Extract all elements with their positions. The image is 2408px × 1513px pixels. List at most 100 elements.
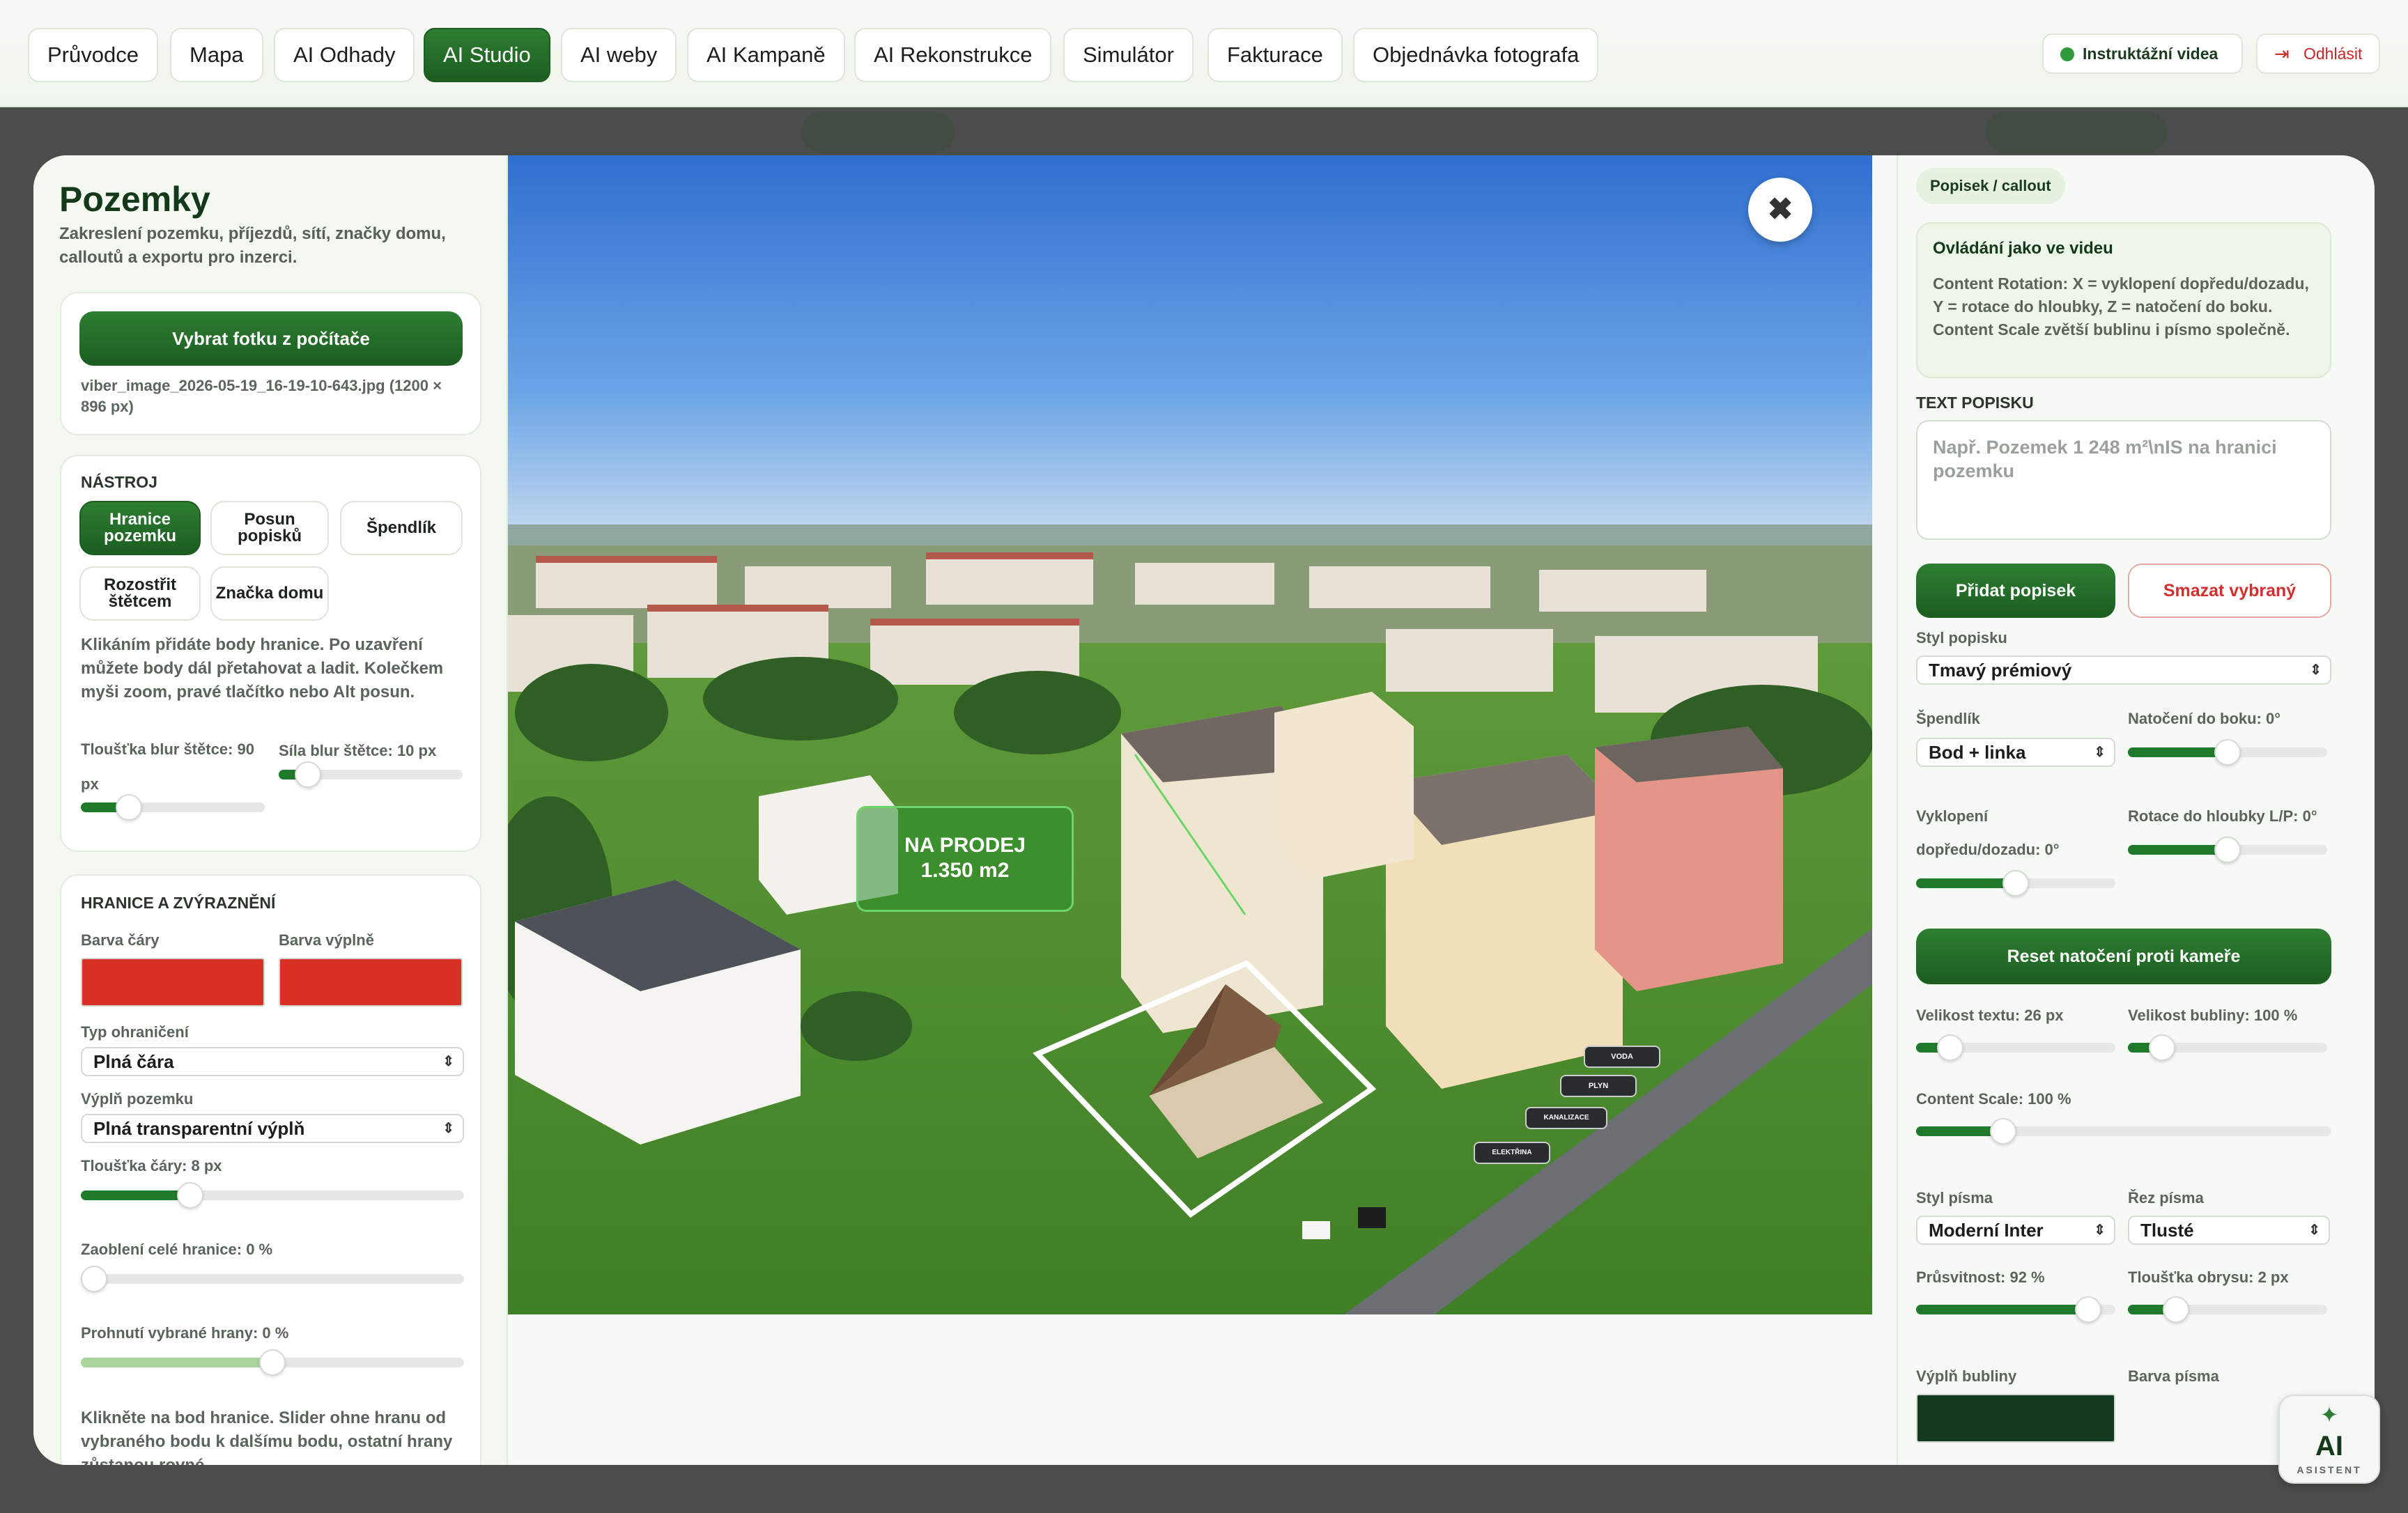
callout-style-select[interactable]: Tmavý prémiový ⇕ (1916, 655, 2331, 685)
tool-blur-brush-button[interactable]: Rozostřit štětcem (79, 566, 201, 621)
slider-knob[interactable] (2075, 1296, 2102, 1323)
tab-ai-odhady[interactable]: AI Odhady (274, 28, 415, 82)
tab-simulator[interactable]: Simulátor (1063, 28, 1194, 82)
font-style-label: Styl písma (1916, 1189, 1993, 1206)
slider-knob[interactable] (1990, 1118, 2017, 1145)
file-info: viber_image_2026-05-19_16-19-10-643.jpg … (81, 377, 442, 415)
slider-fill (1916, 878, 2016, 888)
opacity-label: Průsvitnost: 92 % (1916, 1268, 2045, 1286)
tab-callout[interactable]: Popisek / callout (1916, 168, 2065, 204)
slider-knob[interactable] (177, 1182, 204, 1209)
line-thickness-slider[interactable] (81, 1182, 464, 1209)
utility-pin-sewer[interactable]: KANALIZACE (1525, 1107, 1607, 1129)
depth-rotation-label: Rotace do hloubky L/P: 0° (2128, 807, 2317, 825)
pin-select[interactable]: Bod + linka ⇕ (1916, 738, 2115, 767)
fill-color-label: Barva výplně (279, 931, 374, 949)
fill-color-picker[interactable] (279, 958, 463, 1007)
tab-ai-weby[interactable]: AI weby (561, 28, 677, 82)
select-chevron-icon: ⇕ (2094, 745, 2106, 760)
content-scale-slider[interactable] (1916, 1118, 2331, 1145)
sale-callout[interactable]: NA PRODEJ 1.350 m2 (856, 806, 1074, 912)
bubble-size-slider[interactable] (2128, 1034, 2327, 1061)
tilt-slider[interactable] (1916, 870, 2115, 897)
tool-pin-button[interactable]: Špendlík (340, 501, 463, 555)
callout-text-input[interactable]: Např. Pozemek 1 248 m²\nIS na hranici po… (1916, 420, 2331, 540)
select-chevron-icon: ⇕ (2308, 1223, 2320, 1238)
tab-pruvodce[interactable]: Průvodce (28, 28, 158, 82)
utility-pin-gas[interactable]: PLYN (1560, 1075, 1637, 1097)
plot-editor-modal: Pozemky Zakreslení pozemku, příjezdů, sí… (33, 155, 2375, 1465)
slider-knob[interactable] (1936, 1034, 1963, 1061)
slider-knob[interactable] (259, 1349, 286, 1376)
utility-pin-electricity[interactable]: ELEKTŘINA (1474, 1142, 1550, 1164)
line-color-picker[interactable] (81, 958, 265, 1007)
boundary-type-select[interactable]: Plná čára ⇕ (81, 1047, 464, 1076)
blur-thickness-label: Tloušťka blur štětce: 90 px (81, 740, 254, 793)
pin-value: Bod + linka (1929, 742, 2026, 763)
ai-assistant-button[interactable]: ✦ AI ASISTENT (2278, 1395, 2380, 1484)
utility-pin-water[interactable]: VODA (1584, 1046, 1660, 1068)
tool-card: NÁSTROJ Hranice pozemku Posun popisků Šp… (60, 455, 481, 852)
font-cut-select[interactable]: Tlusté ⇕ (2128, 1216, 2330, 1245)
blur-strength-label: Síla blur štětce: 10 px (279, 742, 437, 759)
close-icon[interactable]: ✖ (1748, 178, 1812, 242)
tab-mapa[interactable]: Mapa (170, 28, 263, 82)
slider-fill (81, 1190, 191, 1200)
add-callout-button[interactable]: Přidat popisek (1916, 564, 2115, 618)
opacity-slider[interactable] (1916, 1296, 2115, 1323)
tab-ai-rekonstrukce[interactable]: AI Rekonstrukce (854, 28, 1052, 82)
delete-selected-button[interactable]: Smazat vybraný (2128, 564, 2331, 618)
aerial-photo-drawing (508, 155, 1872, 1314)
tool-boundary-button[interactable]: Hranice pozemku (79, 501, 201, 555)
font-cut-label: Řez písma (2128, 1189, 2204, 1206)
text-size-slider[interactable] (1916, 1034, 2115, 1061)
outline-thickness-label: Tloušťka obrysu: 2 px (2128, 1268, 2289, 1286)
outline-thickness-slider[interactable] (2128, 1296, 2327, 1323)
slider-knob[interactable] (2162, 1296, 2189, 1323)
slider-knob[interactable] (81, 1266, 107, 1292)
slider-knob[interactable] (294, 761, 321, 788)
tool-move-labels-button[interactable]: Posun popisků (210, 501, 329, 555)
callout-style-label: Styl popisku (1916, 629, 2007, 646)
controls-body: Content Rotation: X = vyklopení dopředu/… (1933, 274, 2309, 339)
plot-fill-select[interactable]: Plná transparentní výplň ⇕ (81, 1114, 464, 1143)
tilt-label-2: dopředu/dozadu: 0° (1916, 841, 2060, 858)
tab-objednavka-fotografa[interactable]: Objednávka fotografa (1353, 28, 1599, 82)
plot-fill-value: Plná transparentní výplň (93, 1118, 305, 1139)
tab-fakturace[interactable]: Fakturace (1207, 28, 1343, 82)
tab-ai-kampane[interactable]: AI Kampaně (687, 28, 845, 82)
ai-assistant-label: AI (2315, 1431, 2343, 1461)
reset-rotation-button[interactable]: Reset natočení proti kameře (1916, 929, 2331, 984)
tilt-label: Vyklopení (1916, 807, 1989, 825)
line-color-label: Barva čáry (81, 931, 160, 949)
status-dot-icon (2060, 47, 2074, 61)
callout-text-label: TEXT POPISKU (1916, 394, 2034, 412)
top-navigation: Průvodce Mapa AI Odhady AI Studio AI web… (0, 0, 2408, 107)
tool-house-mark-button[interactable]: Značka domu (210, 566, 329, 621)
upload-photo-button[interactable]: Vybrat fotku z počítače (79, 311, 463, 366)
slider-knob[interactable] (115, 794, 142, 821)
slider-knob[interactable] (2002, 870, 2029, 897)
blur-thickness-slider[interactable] (81, 794, 265, 821)
slider-knob[interactable] (2214, 837, 2241, 863)
rounding-label: Zaoblení celé hranice: 0 % (81, 1241, 273, 1258)
bubble-fill-color-picker[interactable] (1916, 1394, 2115, 1443)
instruction-videos-button[interactable]: Instruktážní videa (2042, 33, 2243, 74)
depth-rotation-slider[interactable] (2128, 837, 2327, 863)
slider-knob[interactable] (2148, 1034, 2175, 1061)
boundary-type-label: Typ ohraničení (81, 1023, 189, 1041)
logout-button[interactable]: ⇥ Odhlásit (2256, 33, 2380, 74)
side-rotation-slider[interactable] (2128, 739, 2327, 766)
aerial-photo[interactable]: NA PRODEJ 1.350 m2 VODA PLYN KANALIZACE … (508, 155, 1872, 1314)
bend-slider[interactable] (81, 1349, 464, 1376)
slider-fill (2128, 845, 2228, 855)
select-chevron-icon: ⇕ (442, 1121, 454, 1136)
tab-ai-studio[interactable]: AI Studio (424, 28, 550, 82)
rounding-slider[interactable] (81, 1266, 464, 1292)
blur-strength-slider[interactable] (279, 761, 463, 788)
slider-knob[interactable] (2214, 739, 2241, 766)
bend-label: Prohnutí vybrané hrany: 0 % (81, 1324, 289, 1342)
slider-fill (81, 1358, 272, 1367)
font-color-label: Barva písma (2128, 1367, 2219, 1385)
font-style-select[interactable]: Moderní Inter ⇕ (1916, 1216, 2115, 1245)
